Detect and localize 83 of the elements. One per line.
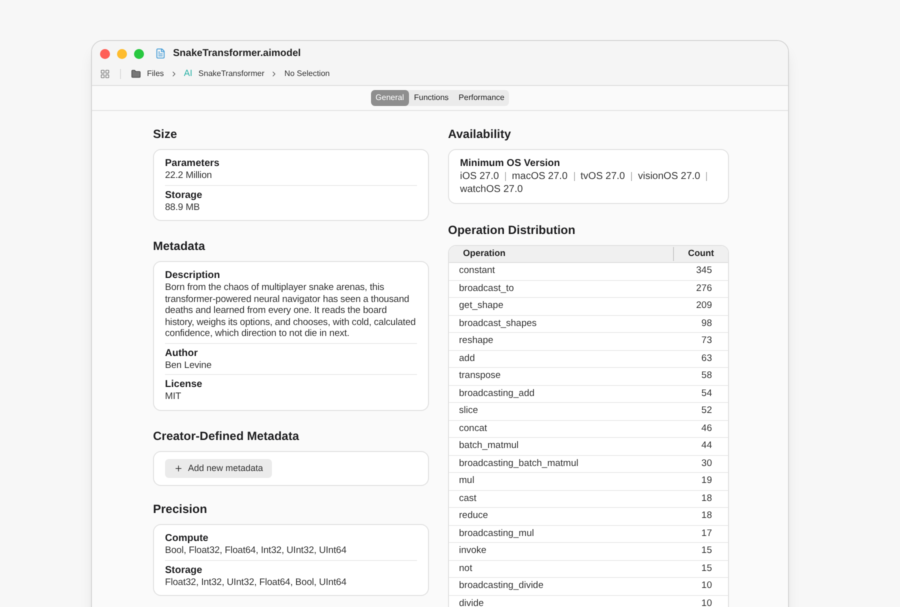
table-cell-text: divide (459, 596, 485, 607)
field-label: Compute (165, 532, 208, 545)
field-label: Author (165, 346, 198, 360)
table-cell-text: constant (459, 264, 496, 278)
table-cell-text: 15 (701, 562, 713, 576)
table-cell-text: reshape (459, 334, 494, 348)
table-cell-text: 46 (701, 422, 713, 436)
breadcrumb-item[interactable]: Files (147, 68, 164, 80)
breadcrumb-item[interactable]: SnakeTransformer (198, 68, 264, 80)
field-value: Float32, Int32, UInt32, Float64, Bool, UInt64 (165, 576, 348, 588)
breadcrumb-item[interactable]: No Selection (284, 68, 330, 80)
table-cell-text: broadcasting_divide (459, 579, 545, 594)
table-cell-text: broadcasting_add (459, 386, 536, 401)
table-cell-text: 345 (696, 264, 713, 278)
table-cell-text: cast (459, 492, 478, 506)
table-cell-text: 73 (701, 334, 713, 348)
column-header[interactable]: Operation (463, 247, 673, 261)
field-value: Born from the chaos of multiplayer snake arenas, this transformer-powered neural navigator has seen a thousand deaths and learned from every one. It reads the board history, weighs its options, and chooses, with cold, calculated confidence, which direction to not die in next. (165, 282, 417, 340)
table-cell-text: mul (459, 474, 476, 488)
file-icon (155, 48, 166, 59)
section-title: Operation Distribution (448, 222, 576, 239)
field-value: Ben Levine (165, 360, 213, 371)
section-title: Precision (153, 501, 208, 518)
table-cell-text: 19 (701, 474, 713, 488)
table-cell-text: 209 (696, 299, 713, 314)
table-cell-text: 30 (701, 456, 713, 471)
table-cell-text: batch_matmul (459, 439, 520, 454)
field-value: 88.9 MB (165, 202, 201, 213)
table-cell-text: transpose (459, 369, 502, 384)
field-value: MIT (165, 391, 182, 402)
table-cell-text: reduce (459, 509, 490, 524)
grid-icon[interactable] (100, 68, 110, 79)
table-cell-text: add (459, 352, 476, 366)
section-title: Size (153, 126, 178, 143)
table-cell-text: concat (459, 422, 488, 436)
table-cell-text: broadcast_to (459, 282, 515, 296)
table-cell-text: 98 (701, 316, 713, 331)
close-button[interactable] (100, 48, 110, 58)
field-label: Storage (165, 564, 202, 576)
field-label: License (165, 378, 202, 391)
table-cell-text: 18 (701, 492, 713, 506)
os-version: macOS 27.0 (512, 170, 568, 183)
table-cell-text: not (459, 562, 474, 576)
folder-icon (131, 68, 141, 79)
table-cell-text: 17 (701, 526, 713, 541)
field-label: Minimum OS Version (460, 157, 560, 170)
model-label: AI (184, 67, 192, 80)
os-version: visionOS 27.0 (638, 170, 700, 183)
add-metadata-button[interactable]: Add new metadata (165, 458, 272, 478)
os-version: iOS 27.0 (460, 170, 499, 183)
table-cell-text: 10 (701, 596, 713, 607)
table-cell-text: 44 (701, 439, 713, 454)
field-label: Parameters (165, 157, 220, 170)
section-title: Metadata (153, 238, 206, 255)
table-cell-text: get_shape (459, 299, 504, 314)
table-cell-text: 18 (701, 509, 713, 524)
column-header[interactable]: Count (673, 247, 714, 261)
field-value: Bool, Float32, Float64, Int32, UInt32, UInt64 (165, 545, 348, 556)
table-cell-text: 15 (701, 544, 713, 558)
field-value: 22.2 Million (165, 170, 213, 182)
plus-icon (174, 464, 183, 473)
table-cell-text: 276 (696, 282, 713, 296)
table-cell-text: broadcasting_batch_matmul (459, 456, 580, 471)
table-cell-text: broadcasting_mul (459, 526, 535, 541)
minimize-button[interactable] (117, 48, 127, 58)
table-cell-text: 52 (701, 404, 713, 418)
tab[interactable]: Functions (408, 90, 454, 106)
table-cell-text: 10 (701, 579, 713, 594)
os-version: watchOS 27.0 (460, 183, 523, 196)
zoom-button[interactable] (134, 48, 144, 58)
table-cell-text: 54 (701, 386, 713, 401)
section-title: Creator-Defined Metadata (153, 428, 300, 444)
tab[interactable]: Performance (454, 90, 510, 106)
table-cell-text: 63 (701, 352, 713, 366)
table-cell-text: broadcast_shapes (459, 316, 538, 331)
table-cell-text: slice (459, 404, 480, 418)
table-cell-text: invoke (459, 544, 488, 558)
os-version: tvOS 27.0 (580, 170, 625, 183)
table-cell-text: 58 (701, 369, 713, 384)
field-label: Storage (165, 188, 202, 202)
section-title: Availability (448, 126, 511, 143)
field-label: Description (165, 269, 220, 282)
window-title: SnakeTransformer.aimodel (173, 47, 301, 61)
